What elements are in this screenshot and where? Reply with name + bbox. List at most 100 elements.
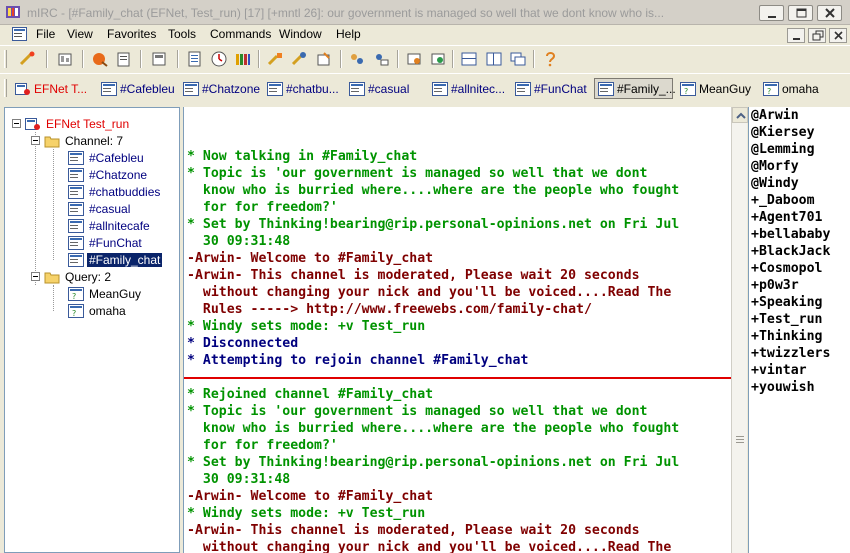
tree-channel-folder[interactable]: Channel: 7 [31,132,125,149]
url-icon[interactable] [290,50,308,68]
menu-tools[interactable]: Tools [168,27,196,41]
title-bar: mIRC - [#Family_chat (EFNet, Test_run) [… [0,0,850,25]
tree-channel-item[interactable]: #casual [68,200,132,217]
tab-meanguy[interactable]: ? MeanGuy [677,78,753,99]
mdi-minimize-button[interactable] [787,28,805,43]
tree-query-item[interactable]: ? omaha [68,302,128,319]
options-icon[interactable] [56,50,74,68]
menu-favorites[interactable]: Favorites [107,27,156,41]
nick-item[interactable]: @Lemming [751,141,830,158]
tab-cafebleu[interactable]: #Cafebleu [98,78,176,99]
minimize-button[interactable] [759,5,784,21]
nick-list: @Arwin @Kiersey @Lemming @Morfy @Windy +_Dabo… [748,107,850,553]
colors-icon[interactable] [150,50,168,68]
menu-file[interactable]: File [36,27,55,41]
switchbar-grip[interactable] [4,79,7,97]
close-button[interactable] [817,5,842,21]
folder-icon [44,272,60,283]
notify-icon[interactable] [315,50,333,68]
timer-icon[interactable] [210,50,228,68]
tree-guide [53,149,54,260]
cascade-icon[interactable] [485,50,503,68]
tab-chatzone[interactable]: #Chatzone [180,78,260,99]
tab-label: #Chatzone [202,81,261,96]
nick-item[interactable]: +Test_run [751,311,830,328]
folder-icon [44,136,60,147]
nick-item[interactable]: +Agent701 [751,209,830,226]
scroll-up-button[interactable] [732,107,748,123]
tab-allnitecafe[interactable]: #allnitec... [429,78,509,99]
mdi-restore-button[interactable] [808,28,826,43]
chat-line: * Now talking in #Family_chat [187,149,418,164]
tab-casual[interactable]: #casual [346,78,416,99]
tree-item-label: #casual [89,201,131,216]
channel-window-icon[interactable] [12,27,27,41]
arrange-icon[interactable] [509,50,527,68]
chat-window[interactable]: * Now talking in #Family_chat * Topic is … [183,107,732,553]
nick-item[interactable]: +youwish [751,379,830,396]
tree-channel-item[interactable]: #Cafebleu [68,149,146,166]
menu-help[interactable]: Help [336,27,361,41]
dcc-send-icon[interactable] [372,50,390,68]
tree-channel-item[interactable]: #Chatzone [68,166,149,183]
chat-line: for for freedom?' [187,438,338,453]
chat-line: * Windy sets mode: +v Test_run [187,506,426,521]
toolbar-separator [452,50,454,68]
tab-label: #FunChat [534,81,587,96]
tree-item-label: #allnitecafe [89,218,150,233]
nick-item[interactable]: +BlackJack [751,243,830,260]
dcc-chat-icon[interactable] [405,50,423,68]
log-icon[interactable] [186,50,204,68]
tab-chatbuddies[interactable]: #chatbu... [264,78,342,99]
tree-item-label: #Family_chat [87,252,163,267]
channel-icon [515,81,531,96]
menu-view[interactable]: View [67,27,93,41]
tree-server[interactable]: EFNet Test_run [12,115,131,132]
tree-query-item[interactable]: ? MeanGuy [68,285,143,302]
nick-item[interactable]: +p0w3r [751,277,830,294]
tab-efnet[interactable]: EFNet T... [12,78,92,99]
received-icon[interactable] [429,50,447,68]
tab-label: #Family_... [617,81,676,96]
menu-commands[interactable]: Commands [210,27,271,41]
nick-item[interactable]: +twizzlers [751,345,830,362]
nick-item[interactable]: @Kiersey [751,124,830,141]
tree-channel-item[interactable]: #chatbuddies [68,183,162,200]
tree-channel-item-selected[interactable]: #Family_chat [68,251,163,268]
toolbar-grip[interactable] [4,50,7,68]
nick-item[interactable]: +_Daboom [751,192,830,209]
server-icon [25,117,40,130]
maximize-button[interactable] [788,5,813,21]
scroll-thumb-grip[interactable] [736,434,744,446]
tree-guide [35,132,36,285]
tab-omaha[interactable]: ? omaha [760,78,824,99]
collapse-toggle[interactable] [31,136,40,145]
tree-channel-item[interactable]: #allnitecafe [68,217,152,234]
tab-family-chat[interactable]: #Family_... [594,78,676,99]
connect-icon[interactable] [18,50,36,68]
menu-window[interactable]: Window [279,27,322,41]
tree-query-folder[interactable]: Query: 2 [31,268,113,285]
nick-item[interactable]: @Windy [751,175,830,192]
collapse-toggle[interactable] [12,119,21,128]
favorites-icon[interactable] [91,50,109,68]
scripts-icon[interactable] [266,50,284,68]
mdi-close-button[interactable] [829,28,847,43]
chat-scrollbar[interactable] [731,107,748,553]
tree-channel-item[interactable]: #FunChat [68,234,144,251]
nick-item[interactable]: +Cosmopol [751,260,830,277]
address-book-icon[interactable] [115,50,133,68]
nick-item[interactable]: +vintar [751,362,830,379]
nick-item[interactable]: @Morfy [751,158,830,175]
collapse-toggle[interactable] [31,272,40,281]
tile-icon[interactable] [460,50,478,68]
mirc-app-icon[interactable] [5,4,21,20]
dcc-icon[interactable] [234,50,252,68]
help-icon[interactable] [541,50,559,68]
tab-funchat[interactable]: #FunChat [512,78,590,99]
nick-item[interactable]: +Speaking [751,294,830,311]
nick-item[interactable]: @Arwin [751,107,830,124]
nick-item[interactable]: +Thinking [751,328,830,345]
channels-icon[interactable] [348,50,366,68]
nick-item[interactable]: +bellababy [751,226,830,243]
